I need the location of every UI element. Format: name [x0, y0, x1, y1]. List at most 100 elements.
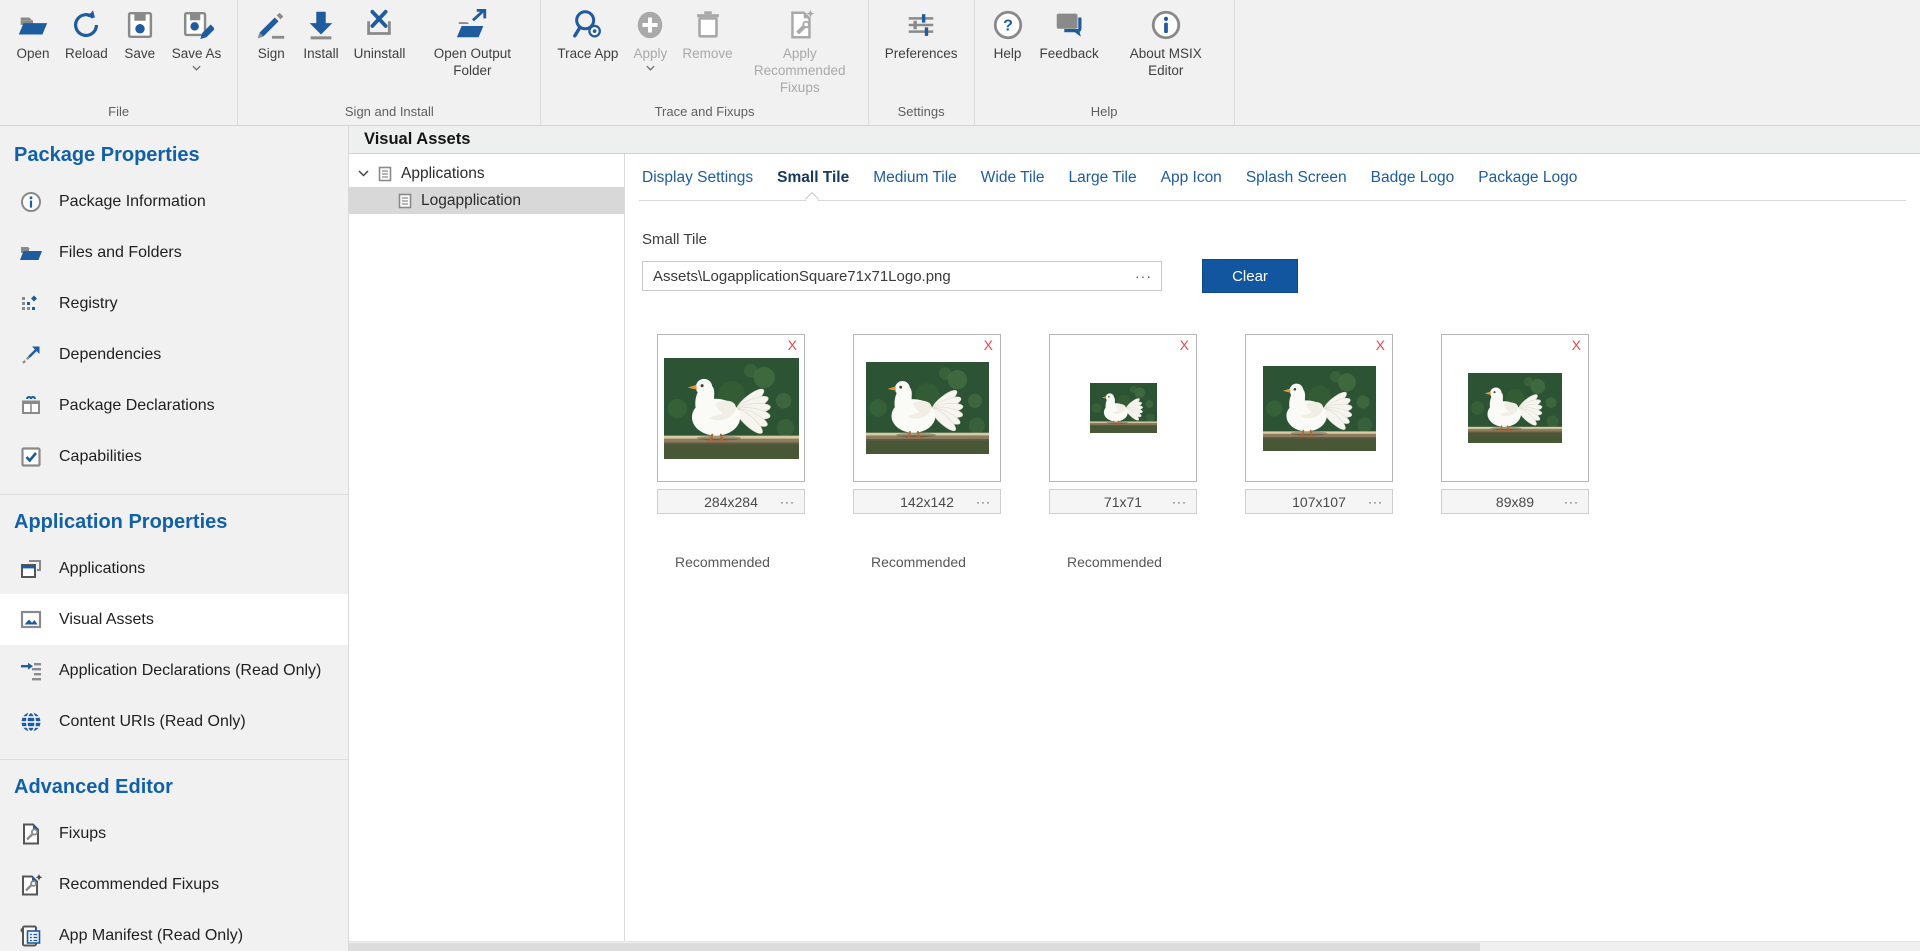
- tile-size-button[interactable]: 142x142 ···: [853, 489, 1001, 514]
- sidebar-item-label: Recommended Fixups: [59, 876, 219, 894]
- image-icon: [19, 608, 43, 632]
- remove-trash-icon: [691, 8, 725, 42]
- remove-asset-icon[interactable]: X: [1376, 338, 1385, 352]
- tree-item-logapplication[interactable]: Logapplication: [349, 187, 624, 214]
- sidebar-item-recommended-fixups[interactable]: Recommended Fixups: [0, 859, 348, 910]
- tile-size-label: 107x107: [1292, 494, 1346, 510]
- tab-badge-logo[interactable]: Badge Logo: [1371, 169, 1455, 187]
- toolbar-button-save-as[interactable]: Save As: [166, 7, 228, 72]
- sidebar-item-visual-assets[interactable]: Visual Assets: [0, 594, 348, 645]
- toolbar-button-save[interactable]: Save: [117, 7, 163, 64]
- sidebar-item-label: Registry: [59, 295, 118, 313]
- toolbar-button-reload[interactable]: Reload: [59, 7, 114, 64]
- dove-preview-image: [1468, 373, 1562, 443]
- sidebar-item-content-uris-read-only[interactable]: Content URIs (Read Only): [0, 696, 348, 747]
- toolbar-button-install[interactable]: Install: [297, 7, 344, 64]
- ribbon-toolbar: OpenReloadSaveSave AsFileSignInstallUnin…: [0, 0, 1920, 126]
- ellipsis-icon: ···: [976, 495, 991, 509]
- scrollbar-thumb[interactable]: [349, 943, 1480, 951]
- remove-asset-icon[interactable]: X: [1180, 338, 1189, 352]
- toolbar-button-remove: Remove: [676, 7, 738, 64]
- toolbar-button-label: Install: [303, 46, 338, 63]
- ellipsis-icon: ···: [1172, 495, 1187, 509]
- tab-small-tile[interactable]: Small Tile: [777, 169, 849, 187]
- document-icon: [397, 193, 413, 209]
- sidebar-item-label: App Manifest (Read Only): [59, 927, 243, 945]
- main-area: Visual Assets Applications Logapplicatio…: [349, 126, 1920, 951]
- sidebar-item-package-information[interactable]: Package Information: [0, 176, 348, 227]
- info-circle-icon: [19, 190, 43, 214]
- toolbar-button-uninstall[interactable]: Uninstall: [348, 7, 412, 64]
- tree-item-label: Applications: [401, 165, 485, 183]
- ellipsis-icon: ···: [1368, 495, 1383, 509]
- sign-pencil-icon: [254, 8, 288, 42]
- tab-large-tile[interactable]: Large Tile: [1069, 169, 1137, 187]
- chevron-down-icon: [646, 65, 655, 71]
- toolbar-button-label: Apply: [634, 46, 668, 63]
- recommended-label: Recommended: [1049, 554, 1197, 570]
- tile-size-button[interactable]: 71x71 ···: [1049, 489, 1197, 514]
- tab-wide-tile[interactable]: Wide Tile: [981, 169, 1045, 187]
- tab-medium-tile[interactable]: Medium Tile: [873, 169, 957, 187]
- open-folder-icon: [16, 8, 50, 42]
- sidebar-item-label: Content URIs (Read Only): [59, 713, 246, 731]
- page-title: Visual Assets: [364, 130, 470, 149]
- tile-size-label: 142x142: [900, 494, 954, 510]
- toolbar-button-label: Save: [124, 46, 155, 63]
- globe-icon: [19, 710, 43, 734]
- tile-size-button[interactable]: 107x107 ···: [1245, 489, 1393, 514]
- toolbar-button-open-output-folder[interactable]: Open Output Folder: [414, 7, 530, 81]
- toolbar-button-sign[interactable]: Sign: [248, 7, 294, 64]
- sidebar-item-package-declarations[interactable]: Package Declarations: [0, 380, 348, 431]
- clear-button[interactable]: Clear: [1202, 259, 1298, 293]
- tab-splash-screen[interactable]: Splash Screen: [1246, 169, 1347, 187]
- toolbar-button-feedback[interactable]: Feedback: [1034, 7, 1105, 64]
- tab-app-icon[interactable]: App Icon: [1161, 169, 1222, 187]
- sidebar-item-label: Dependencies: [59, 346, 161, 364]
- save-as-icon: [180, 8, 214, 42]
- toolbar-button-label: About MSIX Editor: [1114, 46, 1218, 80]
- sidebar-heading-package-properties: Package Properties: [14, 144, 348, 167]
- sidebar-item-app-manifest-read-only[interactable]: App Manifest (Read Only): [0, 910, 348, 951]
- sidebar-item-application-declarations-read-only[interactable]: Application Declarations (Read Only): [0, 645, 348, 696]
- asset-path-input[interactable]: Assets\LogapplicationSquare71x71Logo.png…: [642, 261, 1162, 291]
- svg-text:?: ?: [1003, 17, 1013, 35]
- tree-item-applications[interactable]: Applications: [349, 160, 624, 187]
- remove-asset-icon[interactable]: X: [788, 338, 797, 352]
- apply-plus-icon: [633, 8, 667, 42]
- chevron-down-icon[interactable]: [358, 170, 369, 177]
- asset-preview-box: X: [1245, 334, 1393, 482]
- toolbar-button-label: Sign: [258, 46, 285, 63]
- sidebar-item-fixups[interactable]: Fixups: [0, 808, 348, 859]
- tab-divider: [639, 200, 1906, 201]
- toolbar-button-trace-app[interactable]: Trace App: [551, 7, 624, 64]
- preferences-sliders-icon: [904, 8, 938, 42]
- tile-size-label: 71x71: [1104, 494, 1142, 510]
- tile-size-button[interactable]: 284x284···: [657, 489, 805, 514]
- sidebar-item-label: Files and Folders: [59, 244, 182, 262]
- visual-assets-panel: Display Settings Small Tile Medium Tile Wid…: [625, 154, 1920, 941]
- sidebar-item-applications[interactable]: Applications: [0, 543, 348, 594]
- remove-asset-icon[interactable]: X: [1572, 338, 1581, 352]
- remove-asset-icon[interactable]: X: [984, 338, 993, 352]
- sidebar-item-label: Package Information: [59, 193, 206, 211]
- toolbar-button-open[interactable]: Open: [10, 7, 56, 64]
- tab-package-logo[interactable]: Package Logo: [1478, 169, 1577, 187]
- sidebar-item-capabilities[interactable]: Capabilities: [0, 431, 348, 482]
- toolbar-button-preferences[interactable]: Preferences: [879, 7, 964, 64]
- tile-size-button[interactable]: 89x89···: [1441, 489, 1589, 514]
- toolbar-button-label: Remove: [682, 46, 732, 63]
- dove-preview-image: [866, 362, 989, 454]
- tab-display-settings[interactable]: Display Settings: [642, 169, 753, 187]
- sidebar-item-label: Fixups: [59, 825, 106, 843]
- install-arrow-icon: [304, 8, 338, 42]
- open-output-folder-icon: [455, 8, 489, 42]
- sidebar-item-files-and-folders[interactable]: Files and Folders: [0, 227, 348, 278]
- toolbar-button-help[interactable]: ?Help: [985, 7, 1031, 64]
- toolbar-button-about-msix-editor[interactable]: About MSIX Editor: [1108, 7, 1224, 81]
- sidebar-item-registry[interactable]: Registry: [0, 278, 348, 329]
- tree-item-label: Logapplication: [421, 192, 521, 210]
- sidebar-item-dependencies[interactable]: Dependencies: [0, 329, 348, 380]
- sidebar-heading-advanced-editor: Advanced Editor: [14, 776, 348, 799]
- browse-ellipsis-icon[interactable]: ···: [1135, 268, 1152, 284]
